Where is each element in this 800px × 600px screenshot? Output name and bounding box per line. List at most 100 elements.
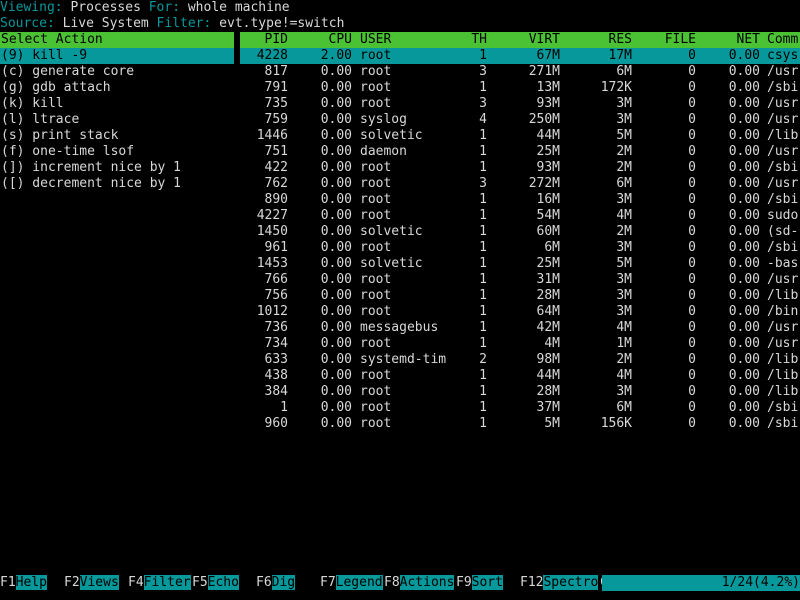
table-row[interactable]: 4228 2.00 root 1 67M 17M 0 0.00 csys (240, 48, 800, 64)
cell-cpu: 0.00 (320, 96, 352, 111)
cell-cpu: 0.00 (320, 304, 352, 319)
cell-user: root (360, 192, 392, 207)
cell-user: root (360, 48, 392, 63)
function-key-actions[interactable]: F8Actions (384, 575, 455, 591)
table-row[interactable]: 735 0.00 root 3 93M 3M 0 0.00/usr (240, 96, 800, 112)
cell-user: root (360, 288, 392, 303)
table-row[interactable]: 633 0.00 systemd-tim 2 98M 2M 0 0.00/lib (240, 352, 800, 368)
action-item[interactable]: (9) kill -9 (0, 48, 234, 64)
cell-cpu: 0.00 (320, 208, 352, 223)
action-item[interactable]: (]) increment nice by 1 (0, 160, 234, 176)
column-header-command[interactable]: Comm (767, 32, 798, 48)
table-row[interactable]: 736 0.00 messagebus 1 42M 4M 0 0.00/usr (240, 320, 800, 336)
table-row[interactable]: 438 0.00 root 1 44M 4M 0 0.00/lib (240, 368, 800, 384)
action-menu: Select Action (9) kill -9 (c) generate co… (0, 32, 234, 192)
table-row[interactable]: 961 0.00 root 1 6M 3M 0 0.00/sbi (240, 240, 800, 256)
action-item[interactable]: (c) generate core (0, 64, 234, 80)
column-header-net[interactable]: NET (737, 32, 760, 48)
cell-threads: 3 (479, 176, 487, 191)
column-header-virt[interactable]: VIRT (529, 32, 560, 48)
action-item[interactable]: ([) decrement nice by 1 (0, 176, 234, 192)
cell-net: 0.00 (728, 192, 760, 207)
table-row[interactable]: 759 0.00 syslog 4 250M 3M 0 0.00/usr (240, 112, 800, 128)
table-row[interactable]: 817 0.00 root 3 271M 6M 0 0.00/usr (240, 64, 800, 80)
table-row[interactable]: 1012 0.00 root 1 64M 3M 0 0.00/bin (240, 304, 800, 320)
cell-virt: 37M (536, 400, 560, 415)
table-row[interactable]: 422 0.00 root 1 93M 2M 0 0.00/sbi (240, 160, 800, 176)
cell-pid: 384 (264, 384, 288, 399)
cell-threads: 1 (479, 208, 487, 223)
cell-threads: 1 (479, 192, 487, 207)
cell-threads: 2 (479, 352, 487, 367)
function-key-help[interactable]: F1Help (0, 575, 47, 591)
table-row[interactable]: 751 0.00 daemon 1 25M 2M 0 0.00/usr (240, 144, 800, 160)
cell-net: 0.00 (728, 240, 760, 255)
cell-cpu: 0.00 (320, 256, 352, 271)
table-row[interactable]: 766 0.00 root 1 31M 3M 0 0.00/usr (240, 272, 800, 288)
action-item[interactable]: (k) kill (0, 96, 234, 112)
function-key-legend[interactable]: F7Legend (320, 575, 383, 591)
cell-command: /lib (767, 368, 799, 383)
cell-cpu: 0.00 (320, 352, 352, 367)
cell-threads: 1 (479, 368, 487, 383)
cell-net: 0.00 (728, 96, 760, 111)
cell-command: /sbi (767, 80, 799, 95)
function-key-code: F8 (384, 575, 400, 590)
cell-net: 0.00 (728, 144, 760, 159)
column-header-pid[interactable]: PID (265, 32, 288, 48)
cell-net: 0.00 (728, 224, 760, 239)
table-row[interactable]: 384 0.00 root 1 28M 3M 0 0.00/lib (240, 384, 800, 400)
cell-file: 0 (688, 400, 696, 415)
cell-res: 3M (616, 240, 632, 255)
cell-net: 0.00 (728, 256, 760, 271)
table-row[interactable]: 1453 0.00 solvetic 1 25M 5M 0 0.00 -bas (240, 256, 800, 272)
function-key-spectro[interactable]: F12Spectro (520, 575, 599, 591)
cell-virt: 64M (536, 304, 560, 319)
cell-virt: 98M (536, 352, 560, 367)
cell-threads: 1 (479, 160, 487, 175)
action-item[interactable]: (s) print stack (0, 128, 234, 144)
cell-pid: 736 (264, 320, 288, 335)
cell-res: 5M (616, 256, 632, 271)
cell-virt: 25M (536, 256, 560, 271)
cell-cpu: 0.00 (320, 288, 352, 303)
function-key-dig[interactable]: F6Dig (256, 575, 296, 591)
column-header-file[interactable]: FILE (665, 32, 696, 48)
table-row[interactable]: 791 0.00 root 1 13M 172K 0 0.00/sbi (240, 80, 800, 96)
table-row[interactable]: 960 0.00 root 1 5M 156K 0 0.00/sbi (240, 416, 800, 432)
table-row[interactable]: 1450 0.00 solvetic 1 60M 2M 0 0.00 (sd- (240, 224, 800, 240)
cell-threads: 1 (479, 144, 487, 159)
function-key-views[interactable]: F2Views (64, 575, 119, 591)
column-header-res[interactable]: RES (609, 32, 632, 48)
function-key-echo[interactable]: F5Echo (192, 575, 239, 591)
table-row[interactable]: 756 0.00 root 1 28M 3M 0 0.00/lib (240, 288, 800, 304)
cell-virt: 44M (536, 128, 560, 143)
action-item[interactable]: (g) gdb attach (0, 80, 234, 96)
cell-user: root (360, 96, 392, 111)
function-key-filter[interactable]: F4Filter (128, 575, 191, 591)
cell-cpu: 0.00 (320, 64, 352, 79)
table-row[interactable]: 890 0.00 root 1 16M 3M 0 0.00/sbi (240, 192, 800, 208)
table-row[interactable]: 4227 0.00 root 1 54M 4M 0 0.00 sudo (240, 208, 800, 224)
cell-res: 17M (608, 48, 632, 63)
process-table: PID CPU USER TH VIRT RES FILE NET Comm 4… (240, 32, 800, 432)
column-header-user[interactable]: USER (360, 32, 391, 48)
action-item[interactable]: (l) ltrace (0, 112, 234, 128)
action-item[interactable]: (f) one-time lsof (0, 144, 234, 160)
cell-command: /usr (767, 320, 799, 335)
column-header-threads[interactable]: TH (471, 32, 487, 48)
cell-net: 0.00 (728, 208, 760, 223)
cell-command: /usr (767, 64, 799, 79)
column-header-cpu[interactable]: CPU (329, 32, 352, 48)
cell-file: 0 (688, 208, 696, 223)
cell-command: /usr (767, 336, 799, 351)
table-row[interactable]: 762 0.00 root 3 272M 6M 0 0.00/usr (240, 176, 800, 192)
table-row[interactable]: 1446 0.00 solvetic 1 44M 5M 0 0.00/lib (240, 128, 800, 144)
function-key-sort[interactable]: F9Sort (456, 575, 503, 591)
table-row[interactable]: 734 0.00 root 1 4M 1M 0 0.00/usr (240, 336, 800, 352)
cell-res: 3M (616, 96, 632, 111)
table-row[interactable]: 1 0.00 root 1 37M 6M 0 0.00/sbi (240, 400, 800, 416)
row-position-indicator: 1/24(4.2%) (601, 575, 800, 591)
cell-command: /lib (767, 384, 799, 399)
cell-command: /sbi (767, 416, 799, 431)
